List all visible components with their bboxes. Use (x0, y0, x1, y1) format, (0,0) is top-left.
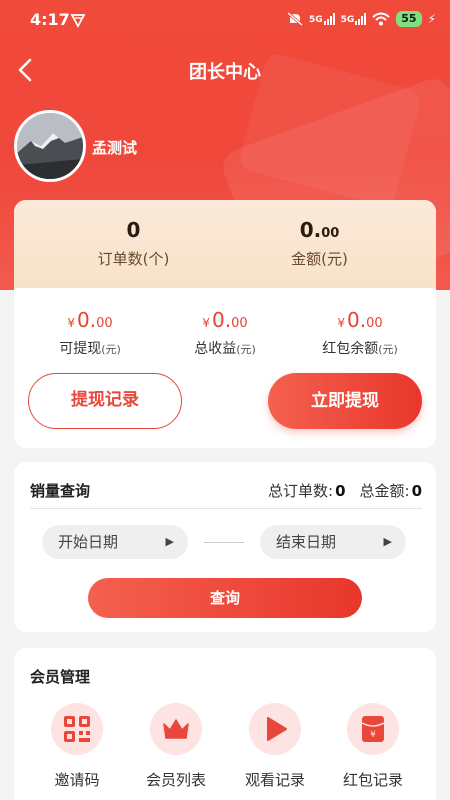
query-button[interactable]: 查询 (88, 578, 362, 618)
red-packet-history-entry[interactable]: ¥ 红包记录 (323, 703, 423, 790)
order-count-stat: 0 订单数(个) (28, 218, 239, 269)
watch-history-label: 观看记录 (244, 771, 305, 789)
qr-code-icon (51, 703, 103, 755)
balance-int: 0. (347, 308, 367, 332)
total-amount-value: 0 (411, 482, 422, 500)
triangle-right-icon: ▶ (383, 535, 392, 548)
amount-dec: 00 (321, 226, 340, 241)
withdraw-now-button[interactable]: 立即提现 (268, 373, 422, 429)
order-count-label: 订单数(个) (97, 250, 170, 268)
balance-dec: 00 (96, 316, 113, 331)
order-count-value: 0 (126, 218, 141, 242)
sales-query-title: 销量查询 (30, 482, 91, 500)
earnings-card: 0 订单数(个) 0.00 金额(元) ¥0.00 可提现(元) ¥0.00 总… (14, 200, 436, 448)
divider (30, 508, 422, 509)
currency-symbol: ¥ (337, 316, 345, 330)
svg-text:¥: ¥ (370, 730, 376, 740)
sales-totals: 总订单数: 0 总金额: 0 (268, 480, 422, 501)
summary-panel: 0 订单数(个) 0.00 金额(元) (14, 200, 436, 288)
total-orders-label: 总订单数: (268, 482, 334, 500)
amount-int: 0. (299, 218, 322, 242)
app-notification-icon (70, 14, 86, 28)
total-amount-label: 总金额: (359, 482, 410, 500)
amount-stat: 0.00 金额(元) (214, 218, 425, 269)
network-type-label: 5G (340, 15, 355, 25)
red-envelope-icon: ¥ (347, 703, 399, 755)
watch-history-entry[interactable]: 观看记录 (225, 703, 325, 790)
wifi-icon (372, 12, 390, 26)
charging-icon: ⚡ (427, 12, 436, 26)
crown-icon (150, 703, 202, 755)
balance-int: 0. (77, 308, 97, 332)
signal-icon: 5G (341, 13, 367, 25)
username: 孟测试 (92, 139, 138, 157)
balance-label: 总收益 (194, 341, 237, 357)
balance-dec: 00 (231, 316, 248, 331)
withdraw-history-button[interactable]: 提现记录 (28, 373, 182, 429)
balance-unit: (元) (236, 343, 256, 356)
end-date-placeholder: 结束日期 (276, 533, 337, 551)
amount-value: 0.00 (214, 218, 425, 242)
status-bar: 4:17 5G 5G 55 ⚡ (0, 0, 450, 40)
signal-icon: 5G (309, 13, 335, 25)
red-packet-history-label: 红包记录 (342, 771, 403, 789)
battery-level: 55 (396, 11, 422, 27)
balance-dec: 00 (366, 316, 383, 331)
member-list-label: 会员列表 (145, 771, 206, 789)
currency-symbol: ¥ (202, 316, 210, 330)
member-list-entry[interactable]: 会员列表 (126, 703, 226, 790)
status-time: 4:17 (30, 10, 70, 29)
sales-query-card: 销量查询 总订单数: 0 总金额: 0 开始日期 ▶ 结束日期 ▶ 查询 (14, 462, 436, 632)
member-management-card: 会员管理 邀请码 会员列表 观看记录 ¥ 红包记录 (14, 648, 436, 800)
balance-label: 可提现 (59, 341, 102, 357)
total-orders-value: 0 (335, 482, 346, 500)
end-date-picker[interactable]: 结束日期 ▶ (260, 525, 406, 559)
currency-symbol: ¥ (67, 316, 75, 330)
date-range-separator (204, 542, 244, 543)
start-date-placeholder: 开始日期 (58, 533, 119, 551)
balance-unit: (元) (378, 343, 398, 356)
amount-label: 金额(元) (291, 250, 348, 268)
page-title: 团长中心 (189, 62, 261, 83)
balance-int: 0. (212, 308, 232, 332)
member-management-title: 会员管理 (30, 668, 91, 686)
red-packet-balance: ¥0.00 红包余额(元) (290, 308, 430, 358)
mountain-photo (17, 113, 83, 179)
total-income-balance: ¥0.00 总收益(元) (155, 308, 295, 358)
withdrawable-balance: ¥0.00 可提现(元) (20, 308, 160, 358)
invite-code-entry[interactable]: 邀请码 (27, 703, 127, 790)
balance-label: 红包余额 (322, 341, 379, 357)
start-date-picker[interactable]: 开始日期 ▶ (42, 525, 188, 559)
network-type-label: 5G (308, 15, 323, 25)
triangle-right-icon: ▶ (165, 535, 174, 548)
mute-icon (286, 12, 303, 26)
avatar[interactable] (14, 110, 86, 182)
balance-unit: (元) (101, 343, 121, 356)
balance-row: ¥0.00 可提现(元) ¥0.00 总收益(元) ¥0.00 红包余额(元) (14, 308, 436, 368)
invite-code-label: 邀请码 (54, 771, 100, 789)
play-icon (249, 703, 301, 755)
top-nav: 团长中心 (0, 52, 450, 88)
